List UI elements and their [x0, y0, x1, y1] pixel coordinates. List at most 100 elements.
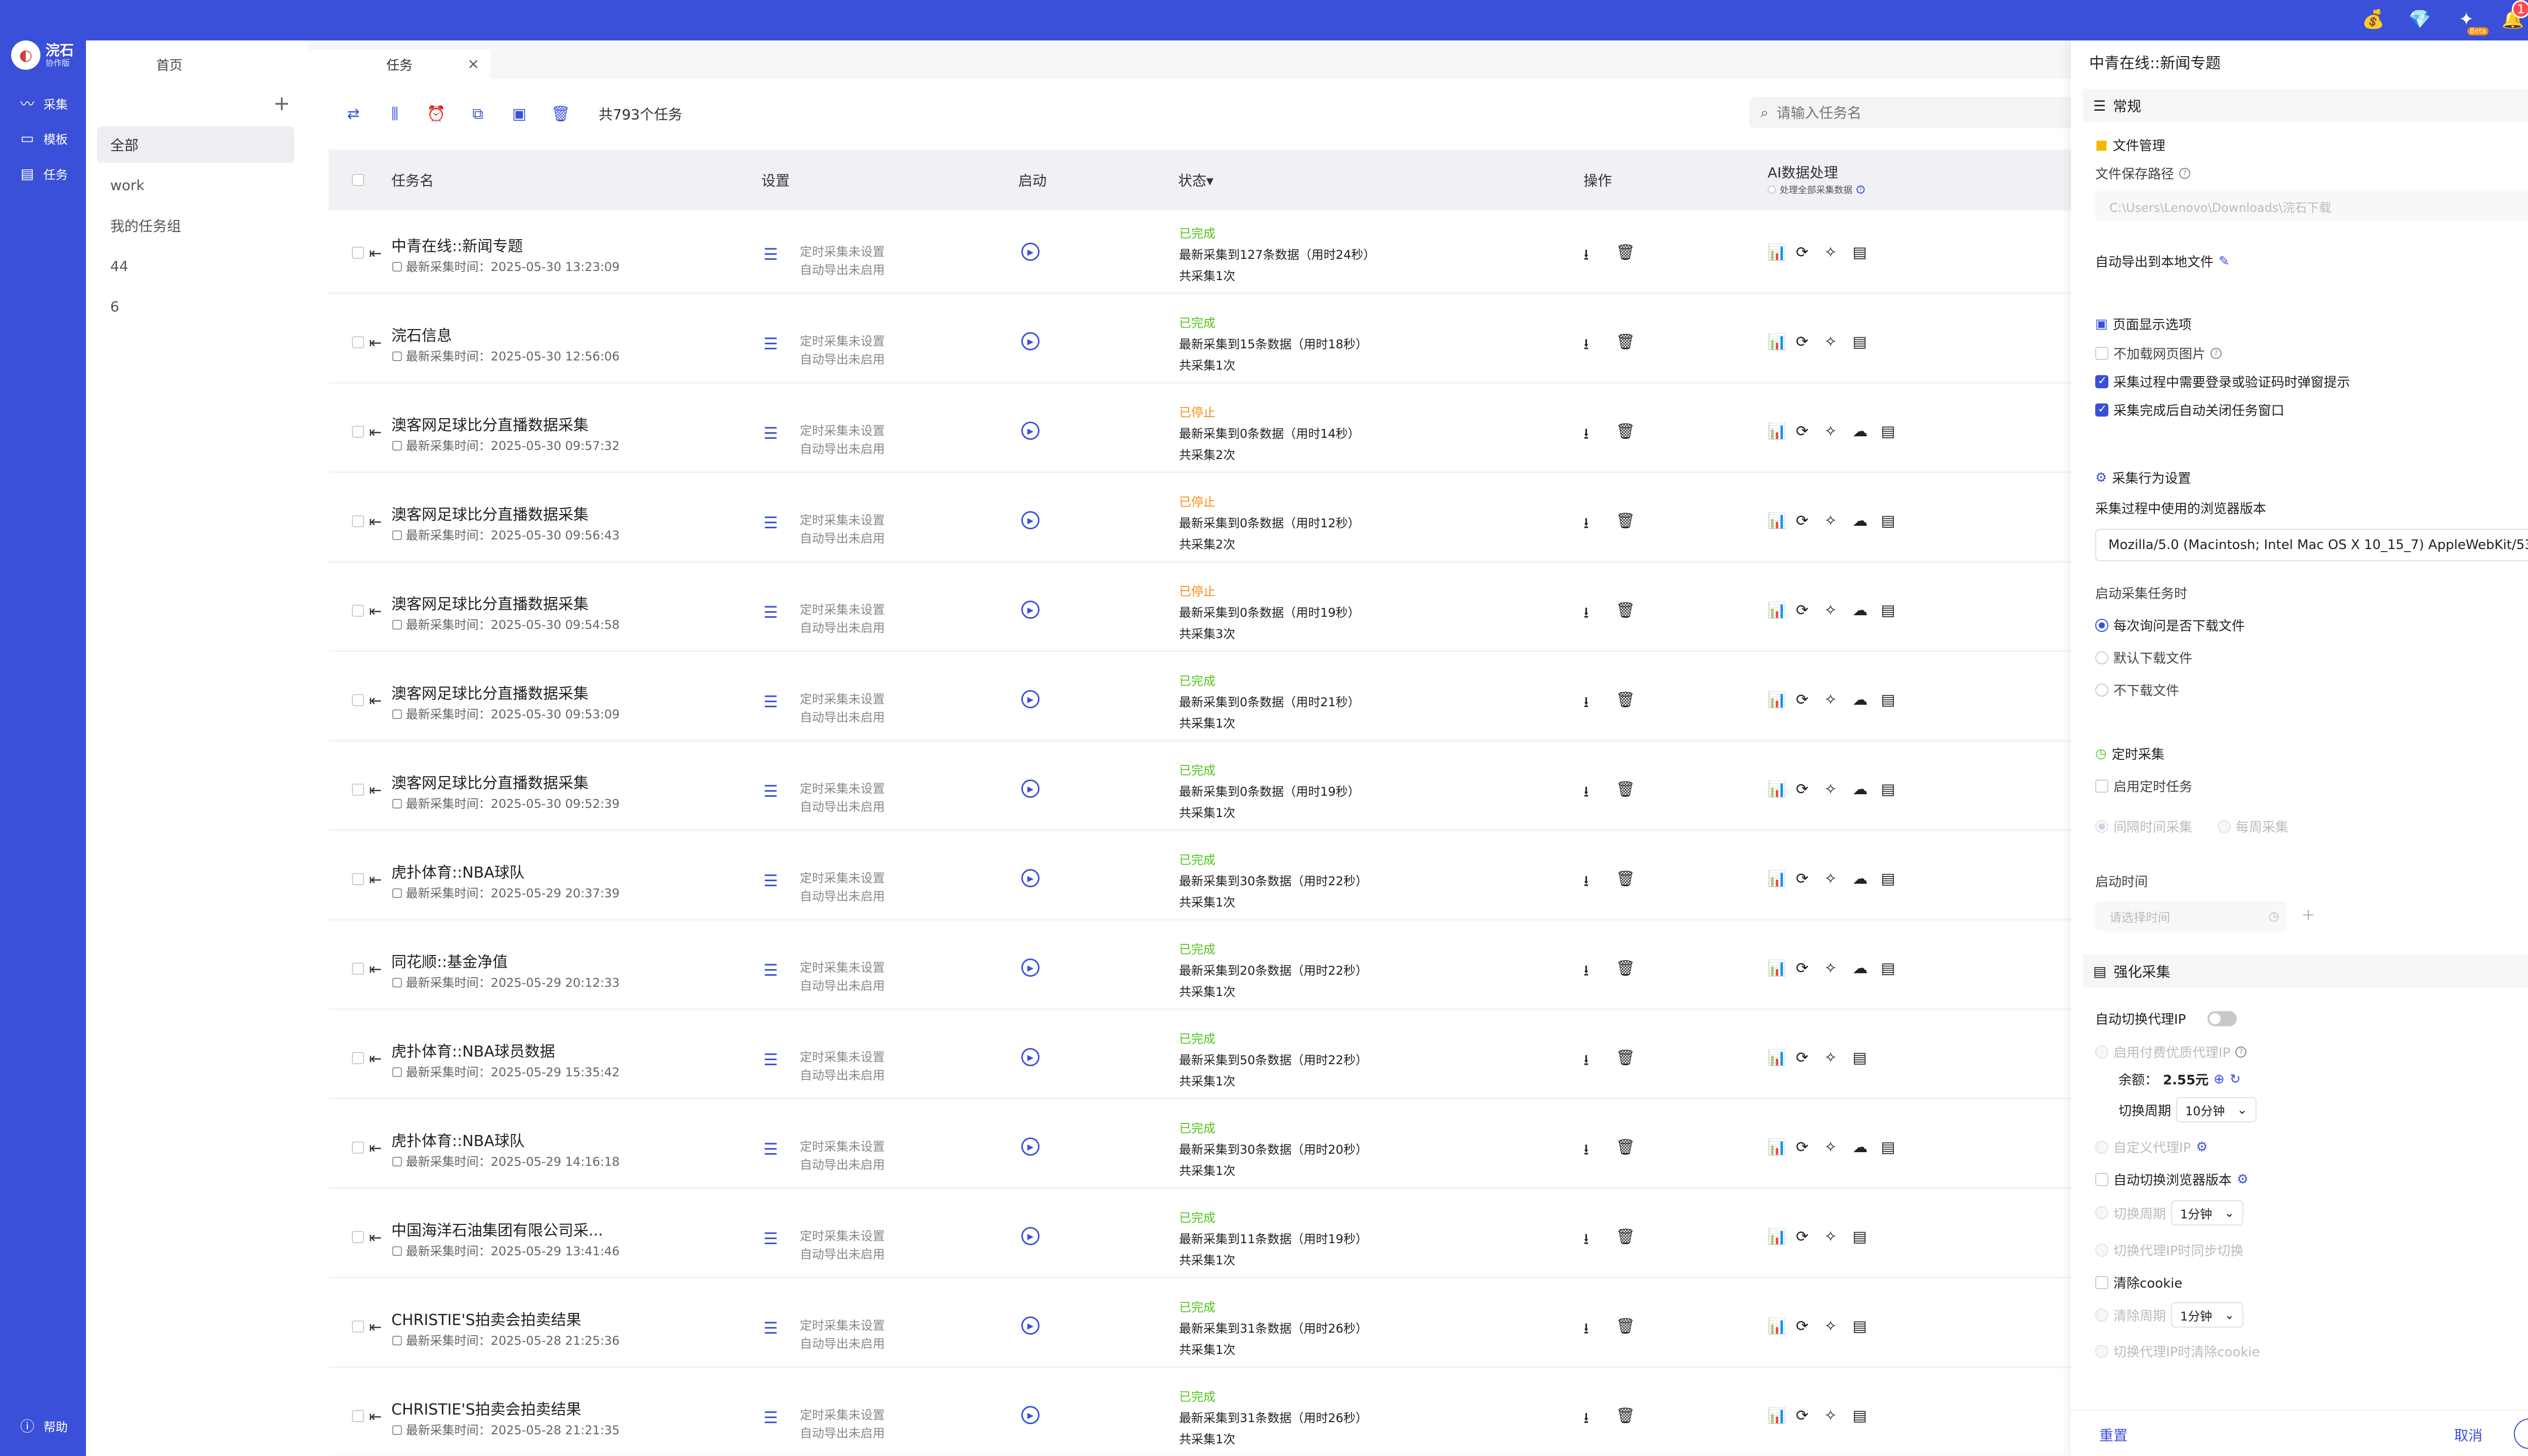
ai-assistant-icon[interactable]: ✦ Beta	[2452, 5, 2489, 35]
checkbox[interactable]	[2095, 1276, 2108, 1289]
clean-icon[interactable]: ✧	[1824, 691, 1837, 709]
nav-item-task[interactable]: ▤ 任务	[18, 165, 68, 183]
sidebar-item-all[interactable]: 全部	[97, 126, 294, 163]
refresh-data-icon[interactable]: ⟳	[1796, 1139, 1809, 1156]
task-name[interactable]: 同花顺::基金净值	[391, 949, 508, 972]
select-all-checkbox[interactable]	[352, 174, 364, 186]
task-name[interactable]: 澳客网足球比分直播数据采集	[391, 502, 589, 524]
delete-icon[interactable]: 🗑	[549, 102, 572, 125]
document-icon[interactable]: ▤	[1881, 423, 1895, 440]
start-task-button[interactable]: ▶	[1021, 1406, 1040, 1424]
start-task-button[interactable]: ▶	[1021, 332, 1040, 350]
radio[interactable]	[2095, 1243, 2108, 1257]
download-icon[interactable]: ⭳	[1584, 960, 1589, 985]
refresh-data-icon[interactable]: ⟳	[1796, 244, 1809, 261]
start-task-button[interactable]: ▶	[1021, 1227, 1040, 1245]
pin-icon[interactable]: ⇤	[369, 1318, 382, 1336]
refresh-data-icon[interactable]: ⟳	[1796, 870, 1809, 888]
download-icon[interactable]: ⭳	[1584, 1139, 1589, 1164]
list-settings-icon[interactable]: ☰	[763, 513, 778, 532]
pin-icon[interactable]: ⇤	[369, 1050, 382, 1068]
radio[interactable]	[2095, 1344, 2108, 1358]
option-enable-schedule[interactable]: 启用定时任务	[2095, 777, 2192, 795]
download-icon[interactable]: ⭳	[1584, 1317, 1589, 1343]
row-checkbox[interactable]	[352, 247, 364, 259]
radio-interval[interactable]: 间隔时间采集	[2095, 817, 2192, 836]
delete-icon[interactable]: 🗑	[1616, 781, 1635, 798]
row-checkbox[interactable]	[352, 963, 364, 975]
list-settings-icon[interactable]: ☰	[763, 245, 778, 264]
recharge-icon[interactable]: ⊕	[2214, 1072, 2225, 1087]
sidebar-item-44[interactable]: 44	[97, 248, 294, 284]
document-icon[interactable]: ▤	[1853, 1049, 1867, 1067]
money-bag-icon[interactable]: 💰	[2359, 5, 2387, 33]
radio[interactable]	[2095, 1045, 2108, 1059]
option-sync-proxy[interactable]: 切换代理IP时同步切换	[2095, 1241, 2243, 1259]
option-no-images[interactable]: 不加载网页图片?	[2095, 344, 2222, 362]
start-task-button[interactable]: ▶	[1021, 1048, 1040, 1066]
list-settings-icon[interactable]: ☰	[763, 1140, 778, 1159]
delete-icon[interactable]: 🗑	[1616, 1407, 1635, 1425]
bar-add-icon[interactable]: ⫼	[383, 102, 407, 125]
chart-icon[interactable]: 📊	[1768, 423, 1786, 440]
list-settings-icon[interactable]: ☰	[763, 603, 778, 622]
delete-icon[interactable]: 🗑	[1616, 1049, 1635, 1067]
document-icon[interactable]: ▤	[1881, 1139, 1895, 1156]
cloud-icon[interactable]: ☁	[1853, 960, 1868, 977]
swap-icon[interactable]: ⇄	[342, 102, 365, 125]
search-input[interactable]	[1776, 104, 2040, 121]
pin-icon[interactable]: ⇤	[369, 782, 382, 799]
task-name[interactable]: 澳客网足球比分直播数据采集	[391, 770, 589, 793]
settings-icon[interactable]: ⚙	[2237, 1172, 2248, 1187]
ai-process-all[interactable]: 处理全部采集数据 ?	[1768, 183, 1865, 196]
task-name[interactable]: 澳客网足球比分直播数据采集	[391, 681, 589, 703]
pin-icon[interactable]: ⇤	[369, 961, 382, 978]
option-paid-proxy[interactable]: 启用付费优质代理IP?	[2095, 1042, 2247, 1061]
row-checkbox[interactable]	[352, 873, 364, 885]
period-select[interactable]: 10分钟 ⌄	[2176, 1097, 2256, 1122]
nav-item-template[interactable]: ▭ 模板	[18, 129, 68, 147]
clean-icon[interactable]: ✧	[1824, 1407, 1837, 1425]
nav-item-help[interactable]: ⓘ 帮助	[18, 1416, 68, 1436]
radio[interactable]	[2095, 651, 2108, 664]
copy-icon[interactable]: ⧉	[466, 102, 489, 125]
refresh-data-icon[interactable]: ⟳	[1796, 602, 1809, 619]
radio[interactable]	[2095, 1140, 2108, 1154]
task-name[interactable]: CHRISTIE'S拍卖会拍卖结果	[391, 1307, 581, 1330]
download-icon[interactable]: ⭳	[1584, 870, 1589, 896]
pin-icon[interactable]: ⇤	[369, 334, 382, 352]
cloud-icon[interactable]: ☁	[1853, 781, 1868, 798]
delete-icon[interactable]: 🗑	[1616, 1228, 1635, 1246]
radio[interactable]	[2095, 1308, 2108, 1322]
help-icon[interactable]: ?	[2235, 1046, 2247, 1058]
task-name[interactable]: 中国海洋石油集团有限公司采...	[391, 1218, 603, 1240]
delete-icon[interactable]: 🗑	[1616, 870, 1635, 888]
chart-icon[interactable]: 📊	[1768, 1407, 1786, 1425]
task-name[interactable]: 虎扑体育::NBA球员数据	[391, 1039, 555, 1061]
delete-icon[interactable]: 🗑	[1616, 244, 1635, 261]
diamond-icon[interactable]: 💎	[2406, 5, 2434, 33]
tab-home[interactable]: 首页	[86, 50, 253, 79]
task-name[interactable]: 虎扑体育::NBA球队	[391, 1128, 525, 1151]
row-checkbox[interactable]	[352, 1052, 364, 1064]
clean-icon[interactable]: ✧	[1824, 781, 1837, 798]
task-name[interactable]: 虎扑体育::NBA球队	[391, 860, 525, 882]
chart-icon[interactable]: 📊	[1768, 870, 1786, 888]
clean-icon[interactable]: ✧	[1824, 423, 1837, 440]
checkbox[interactable]	[2095, 375, 2108, 388]
sidebar-item-6[interactable]: 6	[97, 288, 294, 325]
download-icon[interactable]: ⭳	[1584, 1228, 1589, 1254]
col-status[interactable]: 状态▾	[1178, 150, 1213, 210]
download-icon[interactable]: ⭳	[1584, 1407, 1589, 1433]
list-settings-icon[interactable]: ☰	[763, 692, 778, 711]
chart-icon[interactable]: 📊	[1768, 1049, 1786, 1067]
cloud-icon[interactable]: ☁	[1853, 691, 1868, 709]
start-task-button[interactable]: ▶	[1021, 1138, 1040, 1156]
row-checkbox[interactable]	[352, 605, 364, 617]
clean-icon[interactable]: ✧	[1824, 1317, 1837, 1335]
option-clear-on-proxy[interactable]: 切换代理IP时清除cookie	[2095, 1342, 2260, 1360]
refresh-data-icon[interactable]: ⟳	[1796, 1407, 1809, 1425]
reset-button[interactable]: 重置	[2099, 1425, 2128, 1445]
pin-icon[interactable]: ⇤	[369, 1229, 382, 1247]
pin-icon[interactable]: ⇤	[369, 1140, 382, 1157]
